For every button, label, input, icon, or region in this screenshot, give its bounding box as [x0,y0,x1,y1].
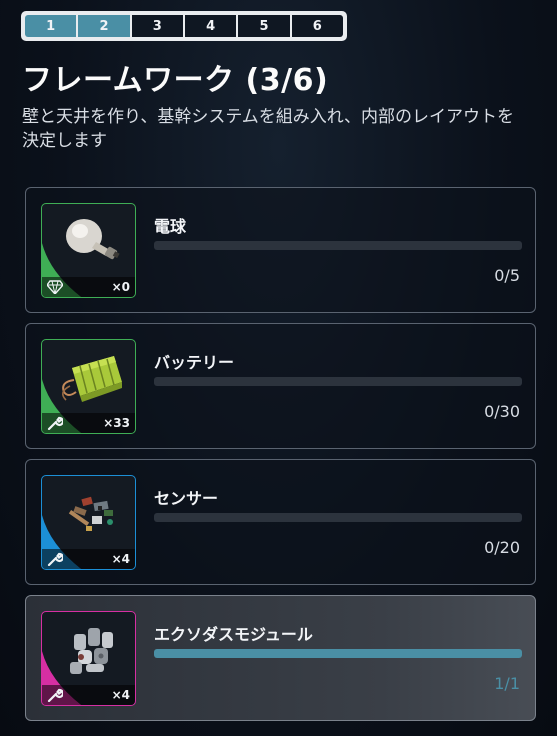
step-5: 5 [238,15,290,37]
stage-description: 壁と天井を作り、基幹システムを組み入れ、内部のレイアウトを決定します [22,107,514,151]
step-6: 6 [291,15,343,37]
item-thumbnail: ×4 [41,475,136,570]
diamond-icon [47,280,63,294]
progress-bar [154,649,522,658]
page-title: フレームワーク (3/6) [22,63,329,98]
progress-bar [154,513,522,522]
item-thumbnail: ×33 [41,339,136,434]
item-name: センサー [154,489,219,508]
requirement-card-battery[interactable]: ×33 バッテリー 0/30 [25,323,536,449]
progress-bar [154,377,522,386]
requirement-card-sensor[interactable]: ×4 センサー 0/20 [25,459,536,585]
step-1: 1 [25,15,77,37]
item-thumbnail: ×0 [41,203,136,298]
progress-label: 0/5 [494,266,520,285]
wrench-icon [47,552,63,566]
step-4: 4 [184,15,237,37]
inventory-count: ×33 [103,416,130,430]
bulb-image [66,219,120,260]
inventory-count: ×4 [111,552,130,566]
item-name: エクソダスモジュール [154,625,313,644]
step-2: 2 [78,15,130,37]
progress-fill [154,649,522,658]
battery-image [62,356,122,402]
step-3: 3 [131,15,183,37]
inventory-count: ×4 [111,688,130,702]
wrench-icon [47,416,63,430]
item-thumbnail: ×4 [41,611,136,706]
inventory-count: ×0 [111,280,130,294]
step-indicator: 1 2 3 4 5 6 [21,11,347,41]
item-name: バッテリー [154,353,235,372]
sensor-image [68,496,113,531]
progress-bar [154,241,522,250]
requirement-card-exodus-module[interactable]: ×4 エクソダスモジュール 1/1 [25,595,536,721]
progress-label: 0/30 [484,402,520,421]
requirement-card-bulb[interactable]: ×0 電球 0/5 [25,187,536,313]
wrench-icon [47,688,63,702]
item-name: 電球 [154,217,187,236]
module-image [70,628,113,674]
progress-label: 1/1 [494,674,520,693]
progress-label: 0/20 [484,538,520,557]
